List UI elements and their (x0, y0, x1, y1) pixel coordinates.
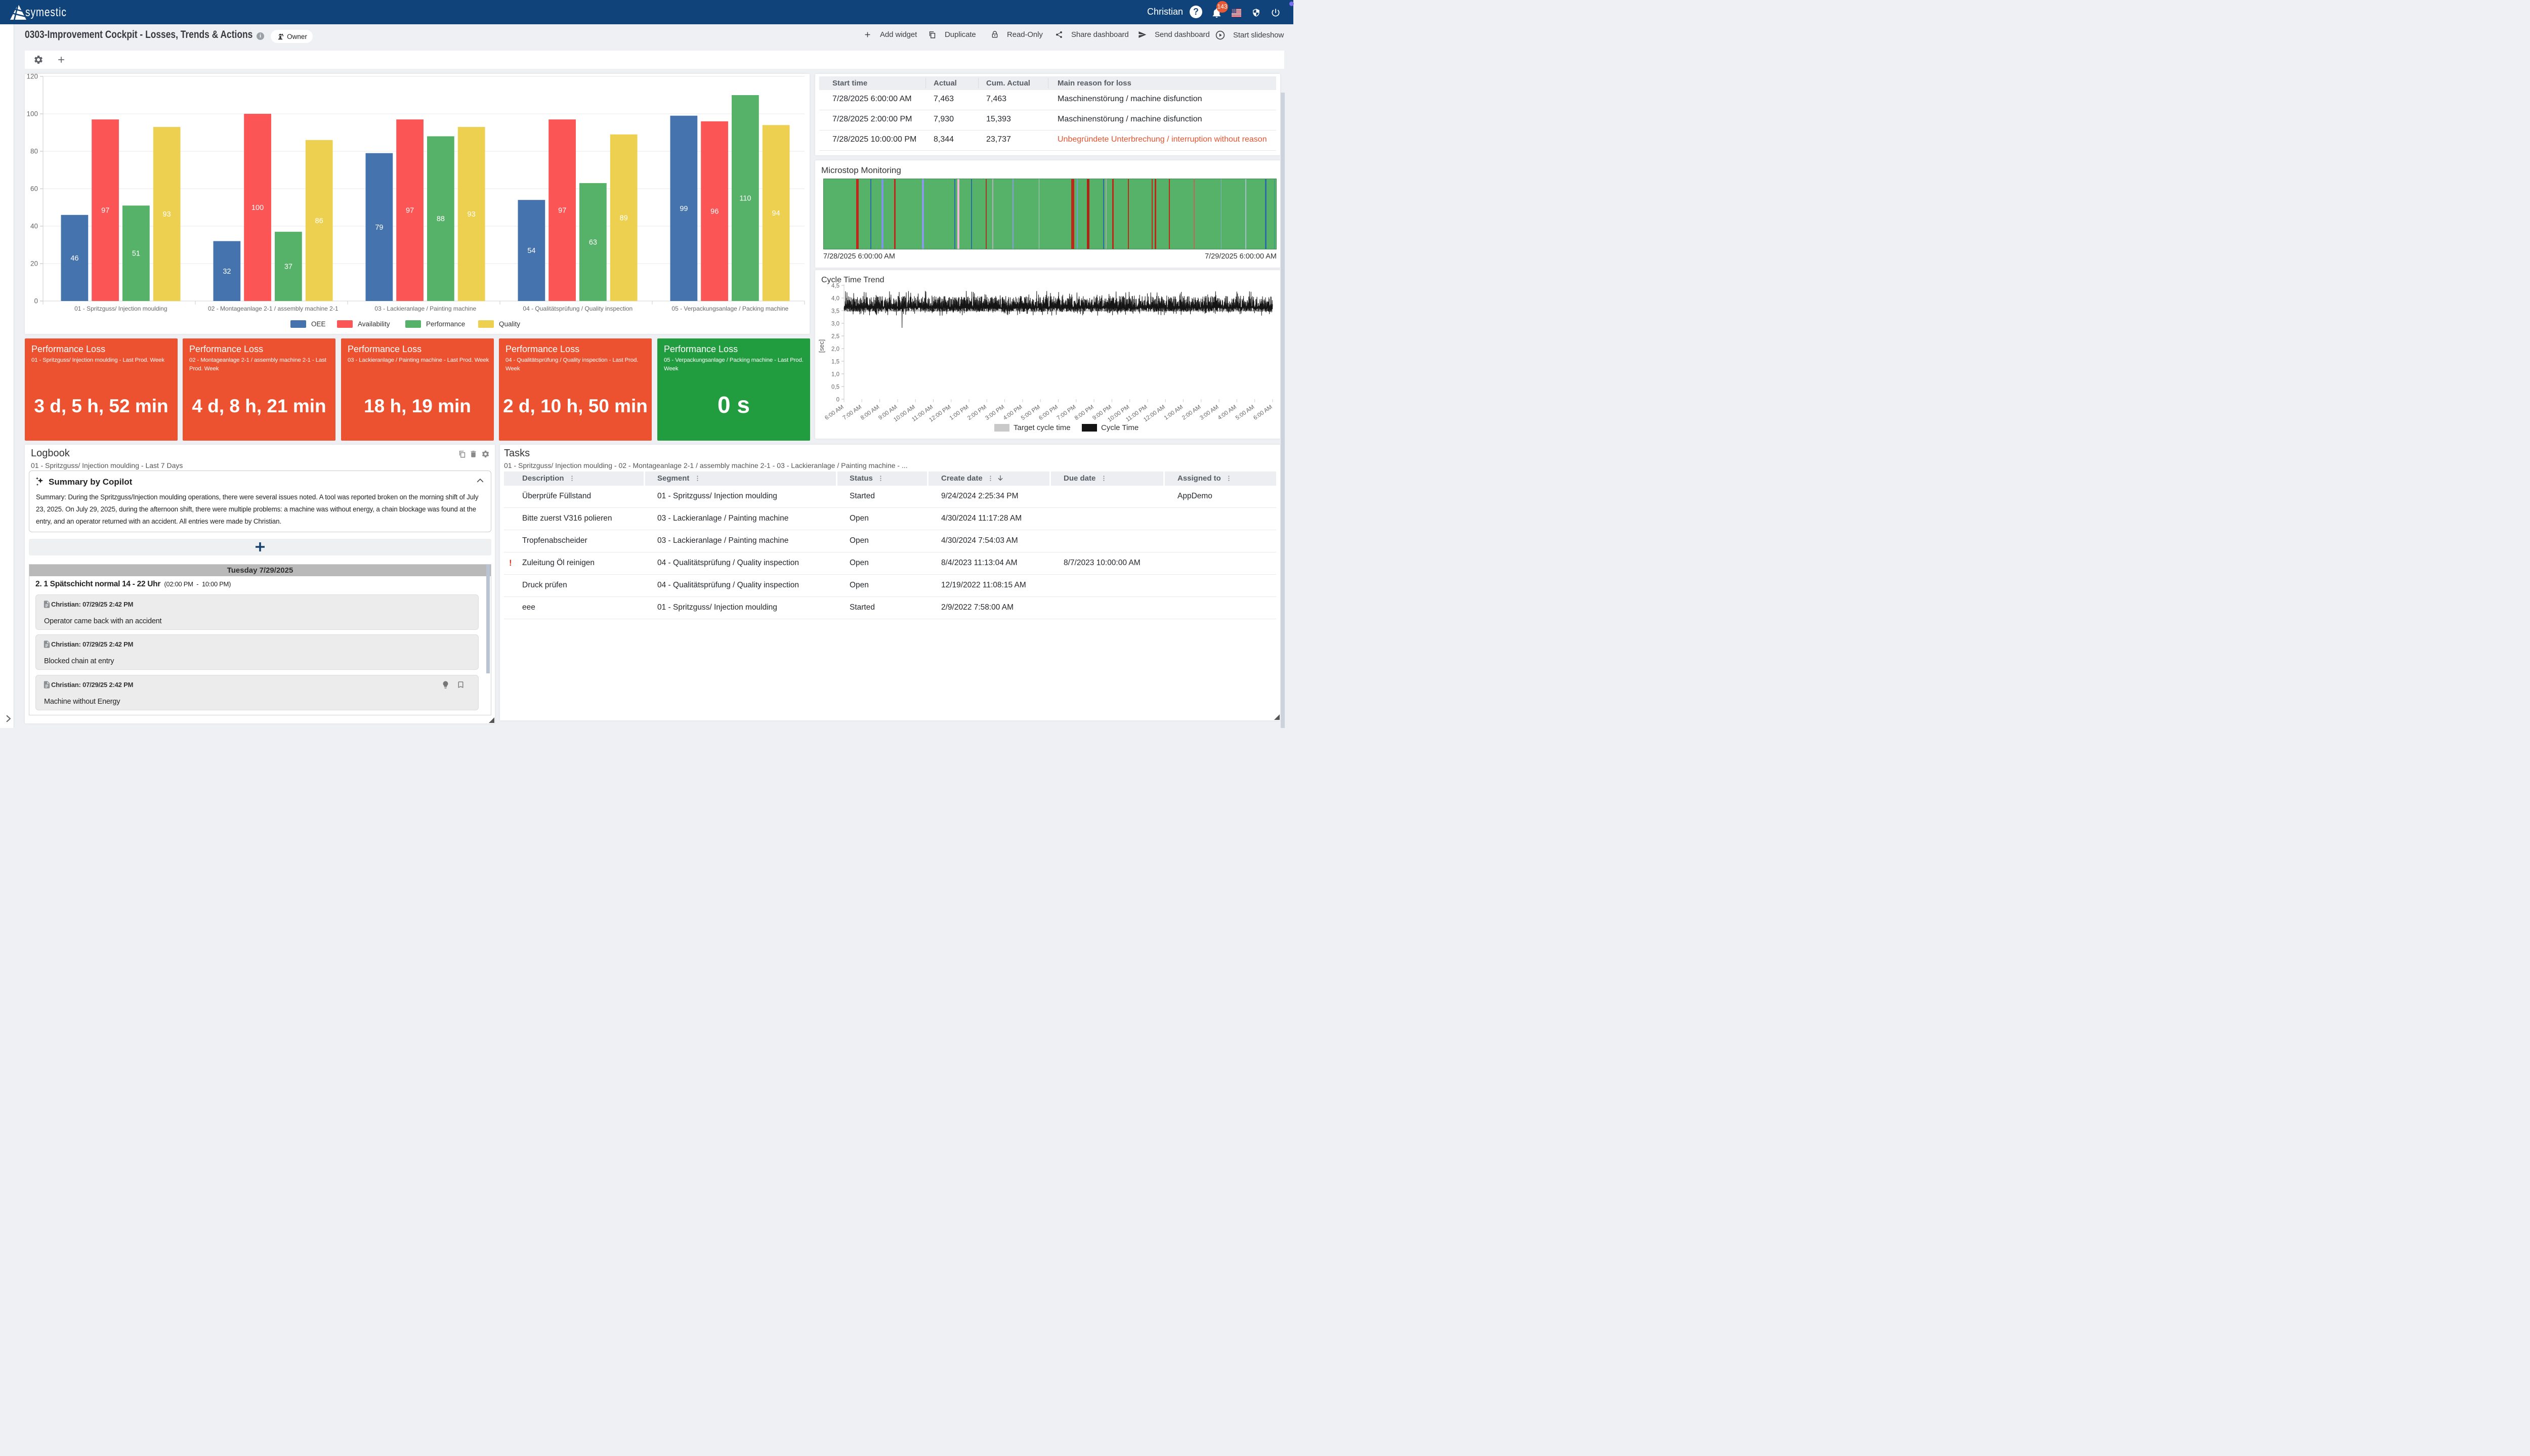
svg-text:3:00 PM: 3:00 PM (984, 404, 1005, 421)
svg-text:4,0: 4,0 (831, 296, 839, 302)
svg-text:3:00 AM: 3:00 AM (1199, 404, 1219, 421)
svg-text:40: 40 (30, 223, 38, 230)
svg-text:86: 86 (315, 217, 323, 225)
svg-text:54: 54 (527, 247, 535, 255)
svg-text:04 - Qualitätsprüfung / Qualit: 04 - Qualitätsprüfung / Quality inspecti… (523, 305, 632, 312)
svg-text:2:00 AM: 2:00 AM (1181, 404, 1202, 421)
svg-text:100: 100 (26, 110, 38, 118)
svg-text:4:00 AM: 4:00 AM (1217, 404, 1238, 421)
svg-text:0,5: 0,5 (831, 384, 839, 391)
svg-text:5:00 AM: 5:00 AM (1235, 404, 1255, 421)
svg-text:7:00 AM: 7:00 AM (842, 404, 863, 421)
svg-text:96: 96 (710, 207, 719, 216)
svg-text:1,5: 1,5 (831, 359, 839, 365)
svg-text:100: 100 (251, 204, 264, 212)
svg-text:05 - Verpackungsanlage / Packi: 05 - Verpackungsanlage / Packing machine (671, 305, 788, 312)
svg-text:Cycle Time: Cycle Time (1101, 423, 1138, 432)
svg-text:[sec]: [sec] (818, 339, 825, 353)
svg-text:6:00 PM: 6:00 PM (1038, 404, 1059, 421)
svg-text:8:00 AM: 8:00 AM (860, 404, 880, 421)
svg-text:4,5: 4,5 (831, 283, 839, 289)
svg-text:5:00 PM: 5:00 PM (1020, 404, 1041, 421)
svg-text:88: 88 (437, 215, 445, 223)
svg-text:60: 60 (30, 185, 38, 193)
svg-text:7:00 PM: 7:00 PM (1056, 404, 1077, 421)
svg-text:Quality: Quality (499, 320, 520, 328)
svg-text:97: 97 (101, 207, 109, 215)
svg-text:OEE: OEE (311, 320, 326, 328)
svg-text:8:00 PM: 8:00 PM (1074, 404, 1095, 421)
svg-text:97: 97 (558, 207, 566, 215)
svg-text:110: 110 (739, 195, 751, 203)
svg-text:01 - Spritzguss/ Injection mou: 01 - Spritzguss/ Injection moulding (74, 305, 167, 312)
svg-text:Availability: Availability (358, 320, 390, 328)
svg-text:6:00 AM: 6:00 AM (824, 404, 845, 421)
svg-text:4:00 PM: 4:00 PM (1002, 404, 1024, 421)
svg-text:63: 63 (589, 238, 597, 246)
svg-text:79: 79 (375, 224, 383, 232)
svg-text:6:00 AM: 6:00 AM (1252, 404, 1273, 421)
svg-text:120: 120 (26, 74, 38, 80)
svg-text:3,5: 3,5 (831, 309, 839, 315)
svg-text:1,0: 1,0 (831, 372, 839, 378)
svg-text:94: 94 (772, 209, 780, 218)
svg-text:Target cycle time: Target cycle time (1014, 423, 1071, 432)
svg-text:2,0: 2,0 (831, 347, 839, 353)
svg-text:51: 51 (132, 250, 140, 258)
svg-text:32: 32 (223, 268, 231, 276)
svg-text:99: 99 (680, 205, 688, 213)
svg-text:46: 46 (70, 254, 78, 263)
svg-text:2:00 PM: 2:00 PM (966, 404, 988, 421)
svg-text:93: 93 (163, 210, 171, 219)
svg-text:02 - Montageanlage 2-1 / assem: 02 - Montageanlage 2-1 / assembly machin… (208, 305, 339, 312)
svg-text:80: 80 (30, 148, 38, 155)
svg-text:Performance: Performance (426, 320, 465, 328)
svg-text:20: 20 (30, 260, 38, 268)
svg-text:0: 0 (836, 397, 839, 403)
svg-text:97: 97 (406, 207, 414, 215)
svg-text:2,5: 2,5 (831, 334, 839, 340)
svg-text:93: 93 (468, 210, 476, 219)
svg-text:37: 37 (284, 263, 292, 271)
svg-text:0: 0 (34, 297, 38, 305)
svg-text:03 - Lackieranlage / Painting: 03 - Lackieranlage / Painting machine (374, 305, 476, 312)
svg-text:1:00 AM: 1:00 AM (1163, 404, 1184, 421)
svg-text:1:00 PM: 1:00 PM (949, 404, 970, 421)
svg-text:89: 89 (620, 214, 628, 222)
svg-text:3,0: 3,0 (831, 321, 839, 327)
svg-text:Cycle Time Trend: Cycle Time Trend (821, 276, 884, 284)
